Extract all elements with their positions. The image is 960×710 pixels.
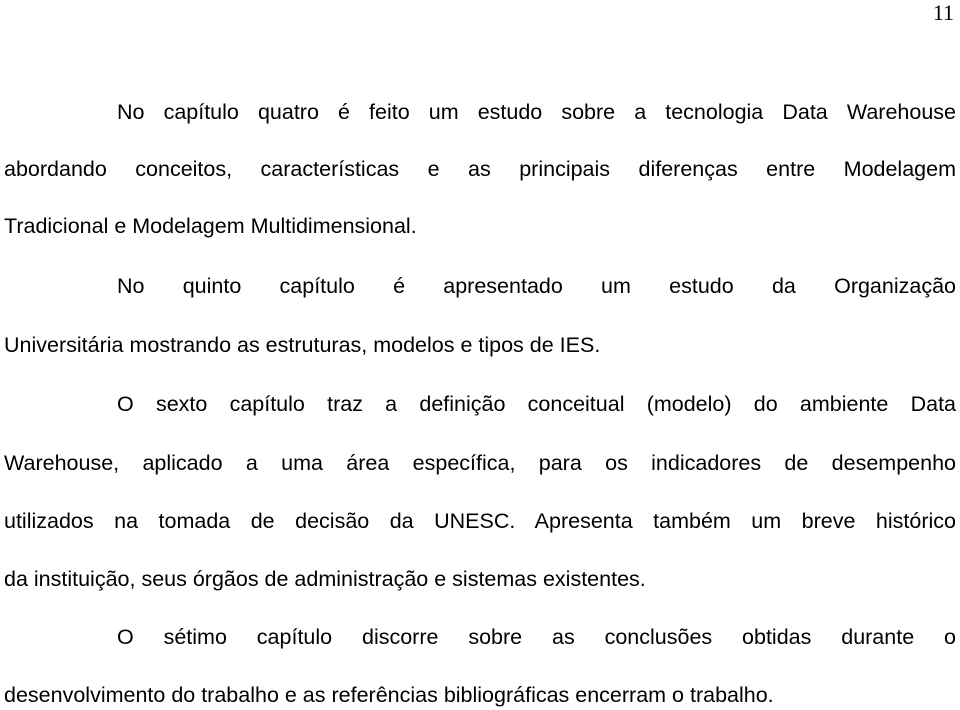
- paragraph-line: O sexto capítulo traz a definição concei…: [117, 392, 956, 416]
- paragraph-line: desenvolvimento do trabalho e as referên…: [4, 683, 774, 707]
- paragraph-line: O sétimo capítulo discorre sobre as conc…: [117, 625, 956, 649]
- paragraph-line: Universitária mostrando as estruturas, m…: [4, 333, 601, 357]
- paragraph-line: No quinto capítulo é apresentado um estu…: [117, 274, 956, 298]
- paragraph-line: abordando conceitos, características e a…: [4, 157, 956, 181]
- paragraph-line: utilizados na tomada de decisão da UNESC…: [4, 509, 956, 533]
- paragraph-line: da instituição, seus órgãos de administr…: [4, 567, 646, 591]
- paragraph-line: No capítulo quatro é feito um estudo sob…: [117, 100, 956, 124]
- page-number: 11: [932, 0, 954, 25]
- paragraph-line: Warehouse, aplicado a uma área específic…: [4, 451, 956, 475]
- paragraph-line: Tradicional e Modelagem Multidimensional…: [4, 214, 417, 238]
